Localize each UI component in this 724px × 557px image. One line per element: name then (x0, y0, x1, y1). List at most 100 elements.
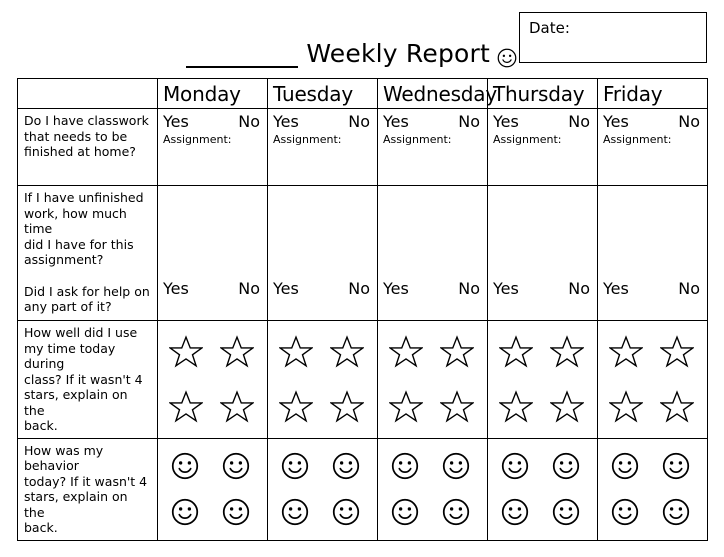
star-icon[interactable] (660, 390, 695, 424)
star-rating-group[interactable] (598, 321, 707, 438)
smiley-face-icon[interactable] (222, 498, 250, 526)
answer-cell-friday-help[interactable]: Yes No (597, 185, 708, 321)
star-icon[interactable] (278, 390, 313, 424)
yes-option[interactable]: Yes (163, 112, 189, 131)
answer-cell-monday-classwork[interactable]: Yes No Assignment: (157, 108, 268, 186)
yes-option[interactable]: Yes (493, 112, 519, 131)
star-icon[interactable] (608, 334, 643, 369)
smiley-face-icon[interactable] (222, 452, 250, 480)
behavior-rating-cell-monday[interactable] (157, 437, 268, 541)
star-rating-group[interactable] (488, 321, 597, 438)
answer-cell-wednesday-help[interactable]: Yes No (377, 185, 488, 321)
column-header-thursday: Thursday (487, 78, 598, 109)
answer-cell-thursday-help[interactable]: Yes No (487, 185, 598, 321)
no-option[interactable]: No (568, 112, 590, 131)
table-header-row: Monday Tuesday Wednesday Thursday Friday (17, 78, 708, 109)
star-icon[interactable] (168, 390, 203, 424)
answer-cell-friday-classwork[interactable]: Yes No Assignment: (597, 108, 708, 186)
star-icon[interactable] (330, 390, 365, 424)
smiley-rating-group[interactable] (598, 439, 707, 540)
behavior-rating-cell-friday[interactable] (597, 437, 708, 541)
yes-option[interactable]: Yes (273, 279, 299, 298)
star-icon[interactable] (330, 334, 365, 369)
table-row: How well did I use my time today during … (17, 320, 708, 439)
no-option[interactable]: No (678, 112, 700, 131)
smiley-rating-group[interactable] (488, 439, 597, 540)
question-line: that needs to be (24, 128, 128, 144)
yes-option[interactable]: Yes (383, 279, 409, 298)
no-option[interactable]: No (238, 112, 260, 131)
behavior-rating-cell-thursday[interactable] (487, 437, 598, 541)
star-icon[interactable] (168, 334, 203, 369)
star-icon[interactable] (660, 334, 695, 369)
star-icon[interactable] (498, 390, 533, 424)
smiley-face-icon[interactable] (442, 452, 470, 480)
smiley-face-icon[interactable] (391, 498, 419, 526)
smiley-face-icon[interactable] (501, 452, 529, 480)
question-line: Did I ask for help on (24, 283, 150, 299)
yes-option[interactable]: Yes (383, 112, 409, 131)
yes-option[interactable]: Yes (273, 112, 299, 131)
answer-cell-wednesday-classwork[interactable]: Yes No Assignment: (377, 108, 488, 186)
smiley-face-icon[interactable] (332, 452, 360, 480)
yes-option[interactable]: Yes (493, 279, 519, 298)
answer-cell-thursday-classwork[interactable]: Yes No Assignment: (487, 108, 598, 186)
smiley-rating-group[interactable] (158, 439, 267, 540)
star-icon[interactable] (220, 334, 255, 369)
question-line: back. (24, 520, 58, 535)
yes-option[interactable]: Yes (603, 112, 629, 131)
star-icon[interactable] (608, 390, 643, 424)
behavior-rating-cell-tuesday[interactable] (267, 437, 378, 541)
smiley-rating-group[interactable] (378, 439, 487, 540)
no-option[interactable]: No (238, 279, 260, 298)
smiley-face-icon[interactable] (662, 452, 690, 480)
smiley-face-icon[interactable] (501, 498, 529, 526)
star-icon[interactable] (440, 334, 475, 369)
star-rating-cell-wednesday[interactable] (377, 320, 488, 439)
yes-option[interactable]: Yes (163, 279, 189, 298)
star-icon[interactable] (388, 334, 423, 369)
no-option[interactable]: No (458, 279, 480, 298)
smiley-face-icon[interactable] (391, 452, 419, 480)
smiley-face-icon[interactable] (442, 498, 470, 526)
no-option[interactable]: No (458, 112, 480, 131)
smiley-face-icon[interactable] (662, 498, 690, 526)
no-option[interactable]: No (348, 279, 370, 298)
smiley-face-icon[interactable] (171, 452, 199, 480)
smiley-face-icon[interactable] (281, 452, 309, 480)
star-rating-cell-monday[interactable] (157, 320, 268, 439)
student-name-blank[interactable] (186, 44, 299, 68)
date-box[interactable]: Date: (519, 12, 707, 63)
smiley-face-icon[interactable] (281, 498, 309, 526)
star-icon[interactable] (388, 390, 423, 424)
smiley-face-icon[interactable] (171, 498, 199, 526)
behavior-rating-cell-wednesday[interactable] (377, 437, 488, 541)
question-line: did I have for this (24, 236, 134, 252)
star-icon[interactable] (220, 390, 255, 424)
answer-cell-tuesday-classwork[interactable]: Yes No Assignment: (267, 108, 378, 186)
star-rating-cell-thursday[interactable] (487, 320, 598, 439)
question-line: Do I have classwork (24, 113, 149, 128)
no-option[interactable]: No (348, 112, 370, 131)
star-rating-group[interactable] (158, 321, 267, 438)
no-option[interactable]: No (678, 279, 700, 298)
star-icon[interactable] (278, 334, 313, 369)
yes-option[interactable]: Yes (603, 279, 629, 298)
smiley-face-icon[interactable] (611, 498, 639, 526)
star-rating-group[interactable] (378, 321, 487, 438)
star-icon[interactable] (440, 390, 475, 424)
smiley-face-icon[interactable] (552, 452, 580, 480)
smiley-rating-group[interactable] (268, 439, 377, 540)
smiley-face-icon[interactable] (332, 498, 360, 526)
answer-cell-tuesday-help[interactable]: Yes No (267, 185, 378, 321)
star-icon[interactable] (498, 334, 533, 369)
smiley-face-icon[interactable] (611, 452, 639, 480)
smiley-face-icon[interactable] (552, 498, 580, 526)
star-rating-cell-tuesday[interactable] (267, 320, 378, 439)
star-rating-cell-friday[interactable] (597, 320, 708, 439)
star-icon[interactable] (550, 334, 585, 369)
no-option[interactable]: No (568, 279, 590, 298)
star-icon[interactable] (550, 390, 585, 424)
answer-cell-monday-help[interactable]: Yes No (157, 185, 268, 321)
star-rating-group[interactable] (268, 321, 377, 438)
